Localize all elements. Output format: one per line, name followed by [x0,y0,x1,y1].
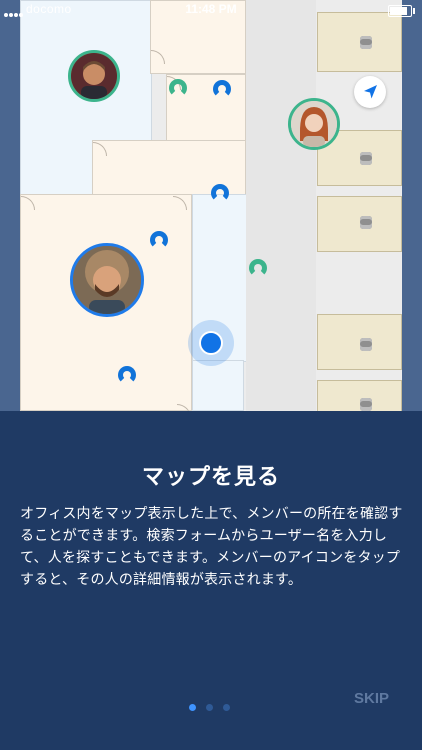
member-pin-icon[interactable] [213,80,231,98]
member-avatar[interactable] [288,98,340,150]
current-location-dot-icon [199,331,223,355]
printer-icon[interactable] [360,398,372,411]
member-pin-icon[interactable] [211,184,229,202]
battery-level [390,7,407,15]
onboarding-description: オフィス内をマップ表示した上で、メンバーの所在を確認することができます。検索フォ… [20,506,403,588]
printer-icon[interactable] [360,338,372,351]
printer-icon[interactable] [360,36,372,49]
printer-icon[interactable] [360,152,372,165]
member-pin-icon[interactable] [118,366,136,384]
member-pin-icon[interactable] [169,79,187,97]
avatar-photo [71,53,117,99]
battery-icon [388,5,415,17]
member-avatar[interactable] [70,243,144,317]
member-pin-icon[interactable] [150,231,168,249]
member-avatar[interactable] [68,50,120,102]
app-screen: docomo 11:48 PM マップを見る オフィス内をマップ表示した上で、メ… [0,0,422,750]
avatar-photo [73,246,141,314]
member-pin-icon[interactable] [249,259,267,277]
locate-me-button[interactable] [354,76,386,108]
page-indicator[interactable] [189,696,240,711]
page-dot[interactable] [223,704,230,711]
status-bar: docomo 11:48 PM [0,0,422,20]
navigation-arrow-icon [364,85,377,99]
skip-button[interactable]: SKIP [354,690,389,707]
avatar-photo [291,101,337,147]
corridor [246,0,316,411]
page-dot[interactable] [189,704,196,711]
office-map[interactable]: docomo 11:48 PM [0,0,422,411]
room [192,360,244,411]
onboarding-title: マップを見る [141,465,280,490]
clock: 11:48 PM [185,2,237,16]
onboarding-panel: マップを見る オフィス内をマップ表示した上で、メンバーの所在を確認することができ… [0,411,422,750]
printer-icon[interactable] [360,216,372,229]
page-dot[interactable] [206,704,213,711]
